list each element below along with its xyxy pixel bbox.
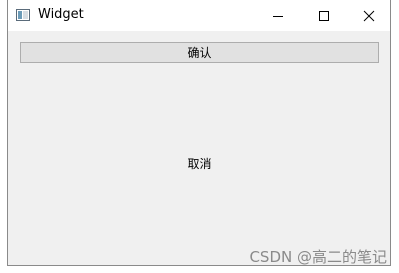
title-bar[interactable]: Widget — [8, 0, 390, 31]
app-window-icon — [16, 9, 30, 21]
close-button[interactable] — [346, 0, 392, 31]
cancel-button[interactable]: 取消 — [20, 152, 379, 174]
watermark: CSDN @高二的笔记 — [249, 248, 387, 266]
minimize-button[interactable] — [255, 0, 301, 31]
confirm-button[interactable]: 确认 — [20, 42, 379, 63]
widget-window: Widget 确认 取消 — [7, 0, 391, 266]
window-title: Widget — [38, 7, 84, 22]
maximize-button[interactable] — [301, 0, 347, 31]
maximize-icon — [319, 10, 329, 21]
minimize-icon — [273, 15, 283, 17]
close-icon — [363, 10, 375, 21]
